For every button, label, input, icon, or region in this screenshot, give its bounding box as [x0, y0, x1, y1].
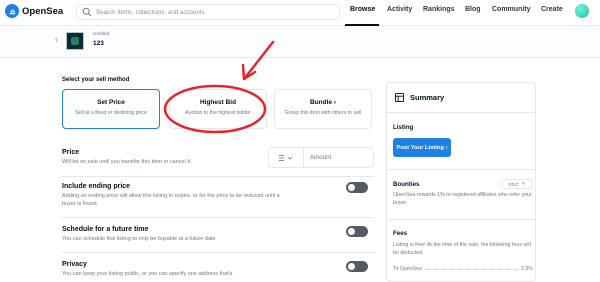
- privacy-heading: Privacy: [62, 261, 87, 268]
- top-nav: OpenSea Browse Activity Rankings Blog Co…: [0, 0, 600, 26]
- privacy-toggle[interactable]: [346, 261, 368, 272]
- method-bundle[interactable]: Bundle › Group this item with others to …: [274, 89, 372, 129]
- nav-create[interactable]: Create: [541, 6, 563, 13]
- collection-name[interactable]: Untitled: [93, 32, 109, 37]
- fee-name: To OpenSea: [393, 266, 422, 272]
- nav-browse[interactable]: Browse: [350, 6, 375, 13]
- back-chevron-icon[interactable]: ‹: [55, 35, 58, 44]
- annotation-arrowhead: [241, 63, 257, 81]
- currency-chevron-icon: [279, 154, 293, 161]
- fees-text: Listing is free! At the time of the sale…: [393, 242, 531, 256]
- ending-price-toggle[interactable]: [346, 182, 368, 193]
- bounties-label: Bounties: [393, 181, 420, 188]
- divider: [62, 252, 374, 253]
- divider: [387, 169, 535, 170]
- item-header: ‹ Untitled 123: [0, 26, 600, 58]
- method-set-price[interactable]: Set Price Sell at a fixed or declining p…: [62, 89, 160, 129]
- method-subtitle: Auction to the highest bidder: [185, 110, 251, 116]
- divider: [387, 219, 535, 220]
- nav-community[interactable]: Community: [492, 6, 531, 13]
- sell-method-heading: Select your sell method: [62, 77, 130, 83]
- chevron-right-icon: ›: [445, 144, 448, 151]
- fee-row: To OpenSea 2.5%: [393, 266, 533, 272]
- summary-header: Summary: [387, 83, 535, 113]
- price-description: Will be on sale until you transfer this …: [62, 159, 192, 165]
- pencil-icon: ✎: [521, 181, 526, 186]
- method-highest-bid[interactable]: Highest Bid Auction to the highest bidde…: [169, 89, 267, 129]
- search-icon: [82, 7, 92, 17]
- currency-select[interactable]: [268, 147, 304, 168]
- search-bar[interactable]: [76, 4, 340, 20]
- schedule-toggle[interactable]: [346, 226, 368, 237]
- post-listing-button[interactable]: Post Your Listing ›: [393, 138, 451, 157]
- ending-price-description: Adding an ending price will allow this l…: [62, 193, 280, 207]
- chevron-right-icon: ›: [333, 99, 336, 106]
- divider: [62, 176, 374, 177]
- method-title: Highest Bid: [199, 99, 237, 106]
- opensea-logo-icon[interactable]: [5, 4, 19, 18]
- search-input[interactable]: [96, 8, 336, 16]
- item-name: 123: [93, 40, 104, 47]
- schedule-heading: Schedule for a future time: [62, 226, 149, 233]
- fees-label: Fees: [393, 230, 408, 237]
- edit-bounties-button[interactable]: EDIT ✎: [501, 179, 533, 189]
- summary-panel: Summary Listing Post Your Listing › Boun…: [386, 82, 536, 282]
- method-subtitle: Group this item with others to sell: [284, 110, 362, 116]
- listing-label: Listing: [393, 124, 414, 131]
- schedule-description: You can schedule this listing to only be…: [62, 236, 216, 242]
- grid-icon: [395, 93, 404, 102]
- price-heading: Price: [62, 149, 80, 156]
- ending-price-heading: Include ending price: [62, 183, 131, 190]
- nav-activity[interactable]: Activity: [387, 6, 412, 13]
- amount-input[interactable]: Amount: [303, 147, 374, 168]
- method-title: Set Price: [97, 99, 125, 106]
- method-subtitle: Sell at a fixed or declining price: [75, 110, 147, 116]
- avatar[interactable]: [575, 4, 589, 18]
- fee-value: 2.5%: [521, 266, 533, 272]
- item-thumbnail: [66, 32, 84, 50]
- brand-name[interactable]: OpenSea: [22, 6, 63, 17]
- nav-rankings[interactable]: Rankings: [423, 6, 455, 13]
- nav-blog[interactable]: Blog: [465, 6, 481, 13]
- bounties-text: OpenSea rewards 1% to registered affilia…: [393, 192, 532, 206]
- divider: [62, 217, 374, 218]
- summary-title: Summary: [410, 93, 445, 102]
- method-title: Bundle ›: [309, 99, 336, 106]
